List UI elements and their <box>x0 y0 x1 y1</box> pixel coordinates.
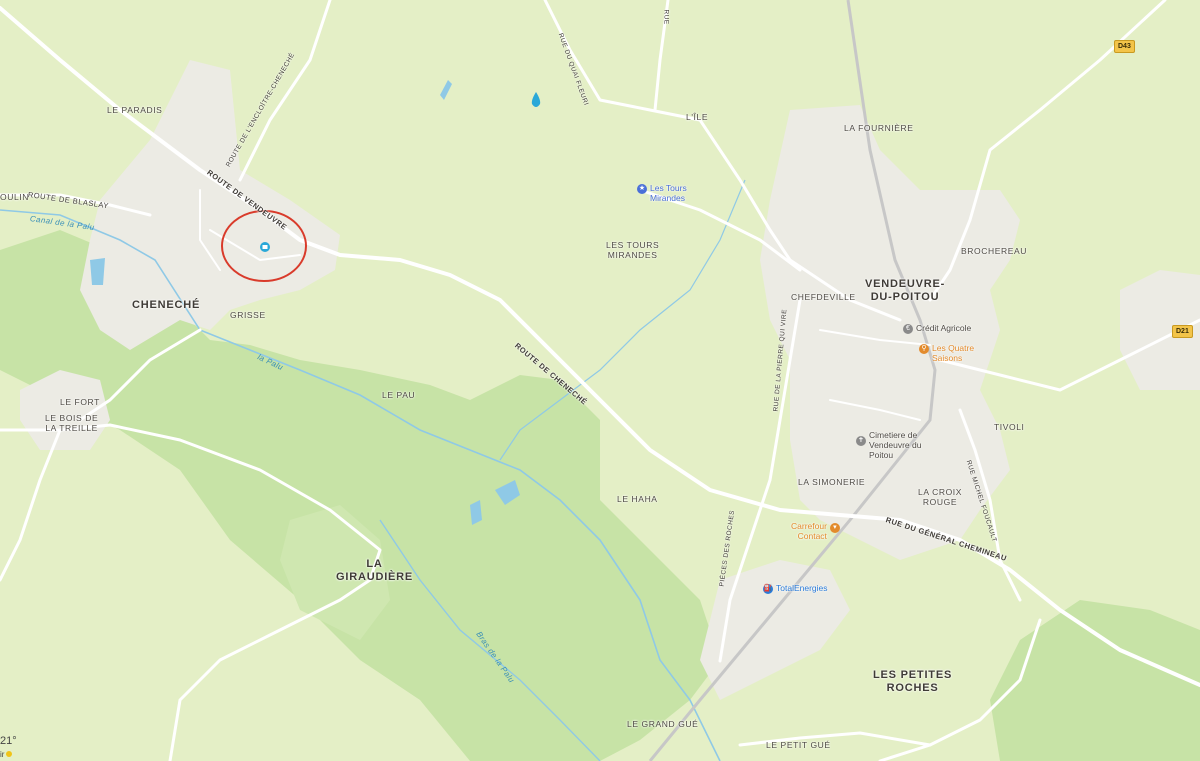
place-le-fort: LE FORT <box>60 397 100 407</box>
star-icon: ★ <box>637 184 647 194</box>
poi-label: TotalEnergies <box>776 583 828 593</box>
place-la-croix-rouge: LA CROIX ROUGE <box>918 487 963 507</box>
map-canvas[interactable] <box>0 0 1200 761</box>
place-le-pau: LE PAU <box>382 390 416 400</box>
road-top-cut-label: RUE <box>662 9 670 25</box>
place-chefdeville: CHEFDEVILLE <box>791 292 856 302</box>
place-le-haha: LE HAHA <box>617 494 658 504</box>
poi-carrefour-contact[interactable]: ▾ Carrefour Contact <box>791 521 840 541</box>
forest-area-east <box>990 600 1200 761</box>
place-tivoli: TIVOLI <box>994 422 1025 432</box>
place-les-tours-mirandes: LES TOURS MIRANDES <box>606 240 660 260</box>
weather-temperature: 21° <box>0 735 17 747</box>
home-marker-glyph <box>262 245 268 249</box>
place-le-grand-gue: LE GRAND GUÉ <box>627 719 699 729</box>
place-le-petit-gue: LE PETIT GUÉ <box>766 740 831 750</box>
route-badge-d43: D43 <box>1114 40 1135 53</box>
restaurant-icon: ⚲ <box>919 344 929 354</box>
sun-icon <box>6 751 13 757</box>
fuel-icon: ⛽ <box>763 584 773 594</box>
place-brochereau: BROCHEREAU <box>961 246 1027 256</box>
place-grisse: GRISSE <box>230 310 266 320</box>
poi-les-tours-mirandes[interactable]: ★ Les Tours Mirandes <box>637 183 687 203</box>
poi-label: Carrefour Contact <box>791 521 827 541</box>
poi-totalenergies[interactable]: ⛽ TotalEnergies <box>763 583 828 594</box>
weather-widget[interactable]: 21° ir <box>0 735 17 761</box>
poi-les-quatre-saisons[interactable]: ⚲ Les Quatre Saisons <box>919 343 974 363</box>
place-le-paradis: LE PARADIS <box>107 105 163 115</box>
bank-icon: € <box>903 324 913 334</box>
weather-partial-text: ir <box>0 750 5 759</box>
poi-credit-agricole[interactable]: € Crédit Agricole <box>903 323 971 334</box>
water-drop-icon[interactable] <box>531 92 541 107</box>
poi-label: Cimetiere de Vendeuvre du Poitou <box>869 430 922 460</box>
poi-cimetiere[interactable]: ✝ Cimetiere de Vendeuvre du Poitou <box>856 430 921 460</box>
place-les-petites-roches: LES PETITES ROCHES <box>873 669 953 694</box>
shopping-cart-icon: ▾ <box>829 523 840 533</box>
place-oulin: OULIN <box>0 192 29 202</box>
route-badge-d21: D21 <box>1172 325 1193 338</box>
waterway-stream-north <box>499 179 746 461</box>
urban-area-chenech <box>80 60 340 350</box>
place-le-bois-de-la-treille: LE BOIS DE LA TREILLE <box>45 413 99 433</box>
cemetery-icon: ✝ <box>856 436 866 446</box>
place-la-giraudiere: LA GIRAUDIÈRE <box>336 558 414 583</box>
place-la-simonerie: LA SIMONERIE <box>798 477 866 487</box>
water-pond-4 <box>90 258 105 285</box>
place-chenech: CHENECHÉ <box>132 299 201 311</box>
poi-label: Les Quatre Saisons <box>932 343 975 363</box>
place-lile: L'ÎLE <box>686 112 709 122</box>
water-pond-3 <box>440 80 452 100</box>
poi-label: Crédit Agricole <box>916 323 972 333</box>
place-vendeuvre-du-poitou: VENDEUVRE- DU-POITOU <box>865 278 946 303</box>
poi-label: Les Tours Mirandes <box>650 183 687 203</box>
place-la-fourniere: LA FOURNIÈRE <box>844 123 914 133</box>
